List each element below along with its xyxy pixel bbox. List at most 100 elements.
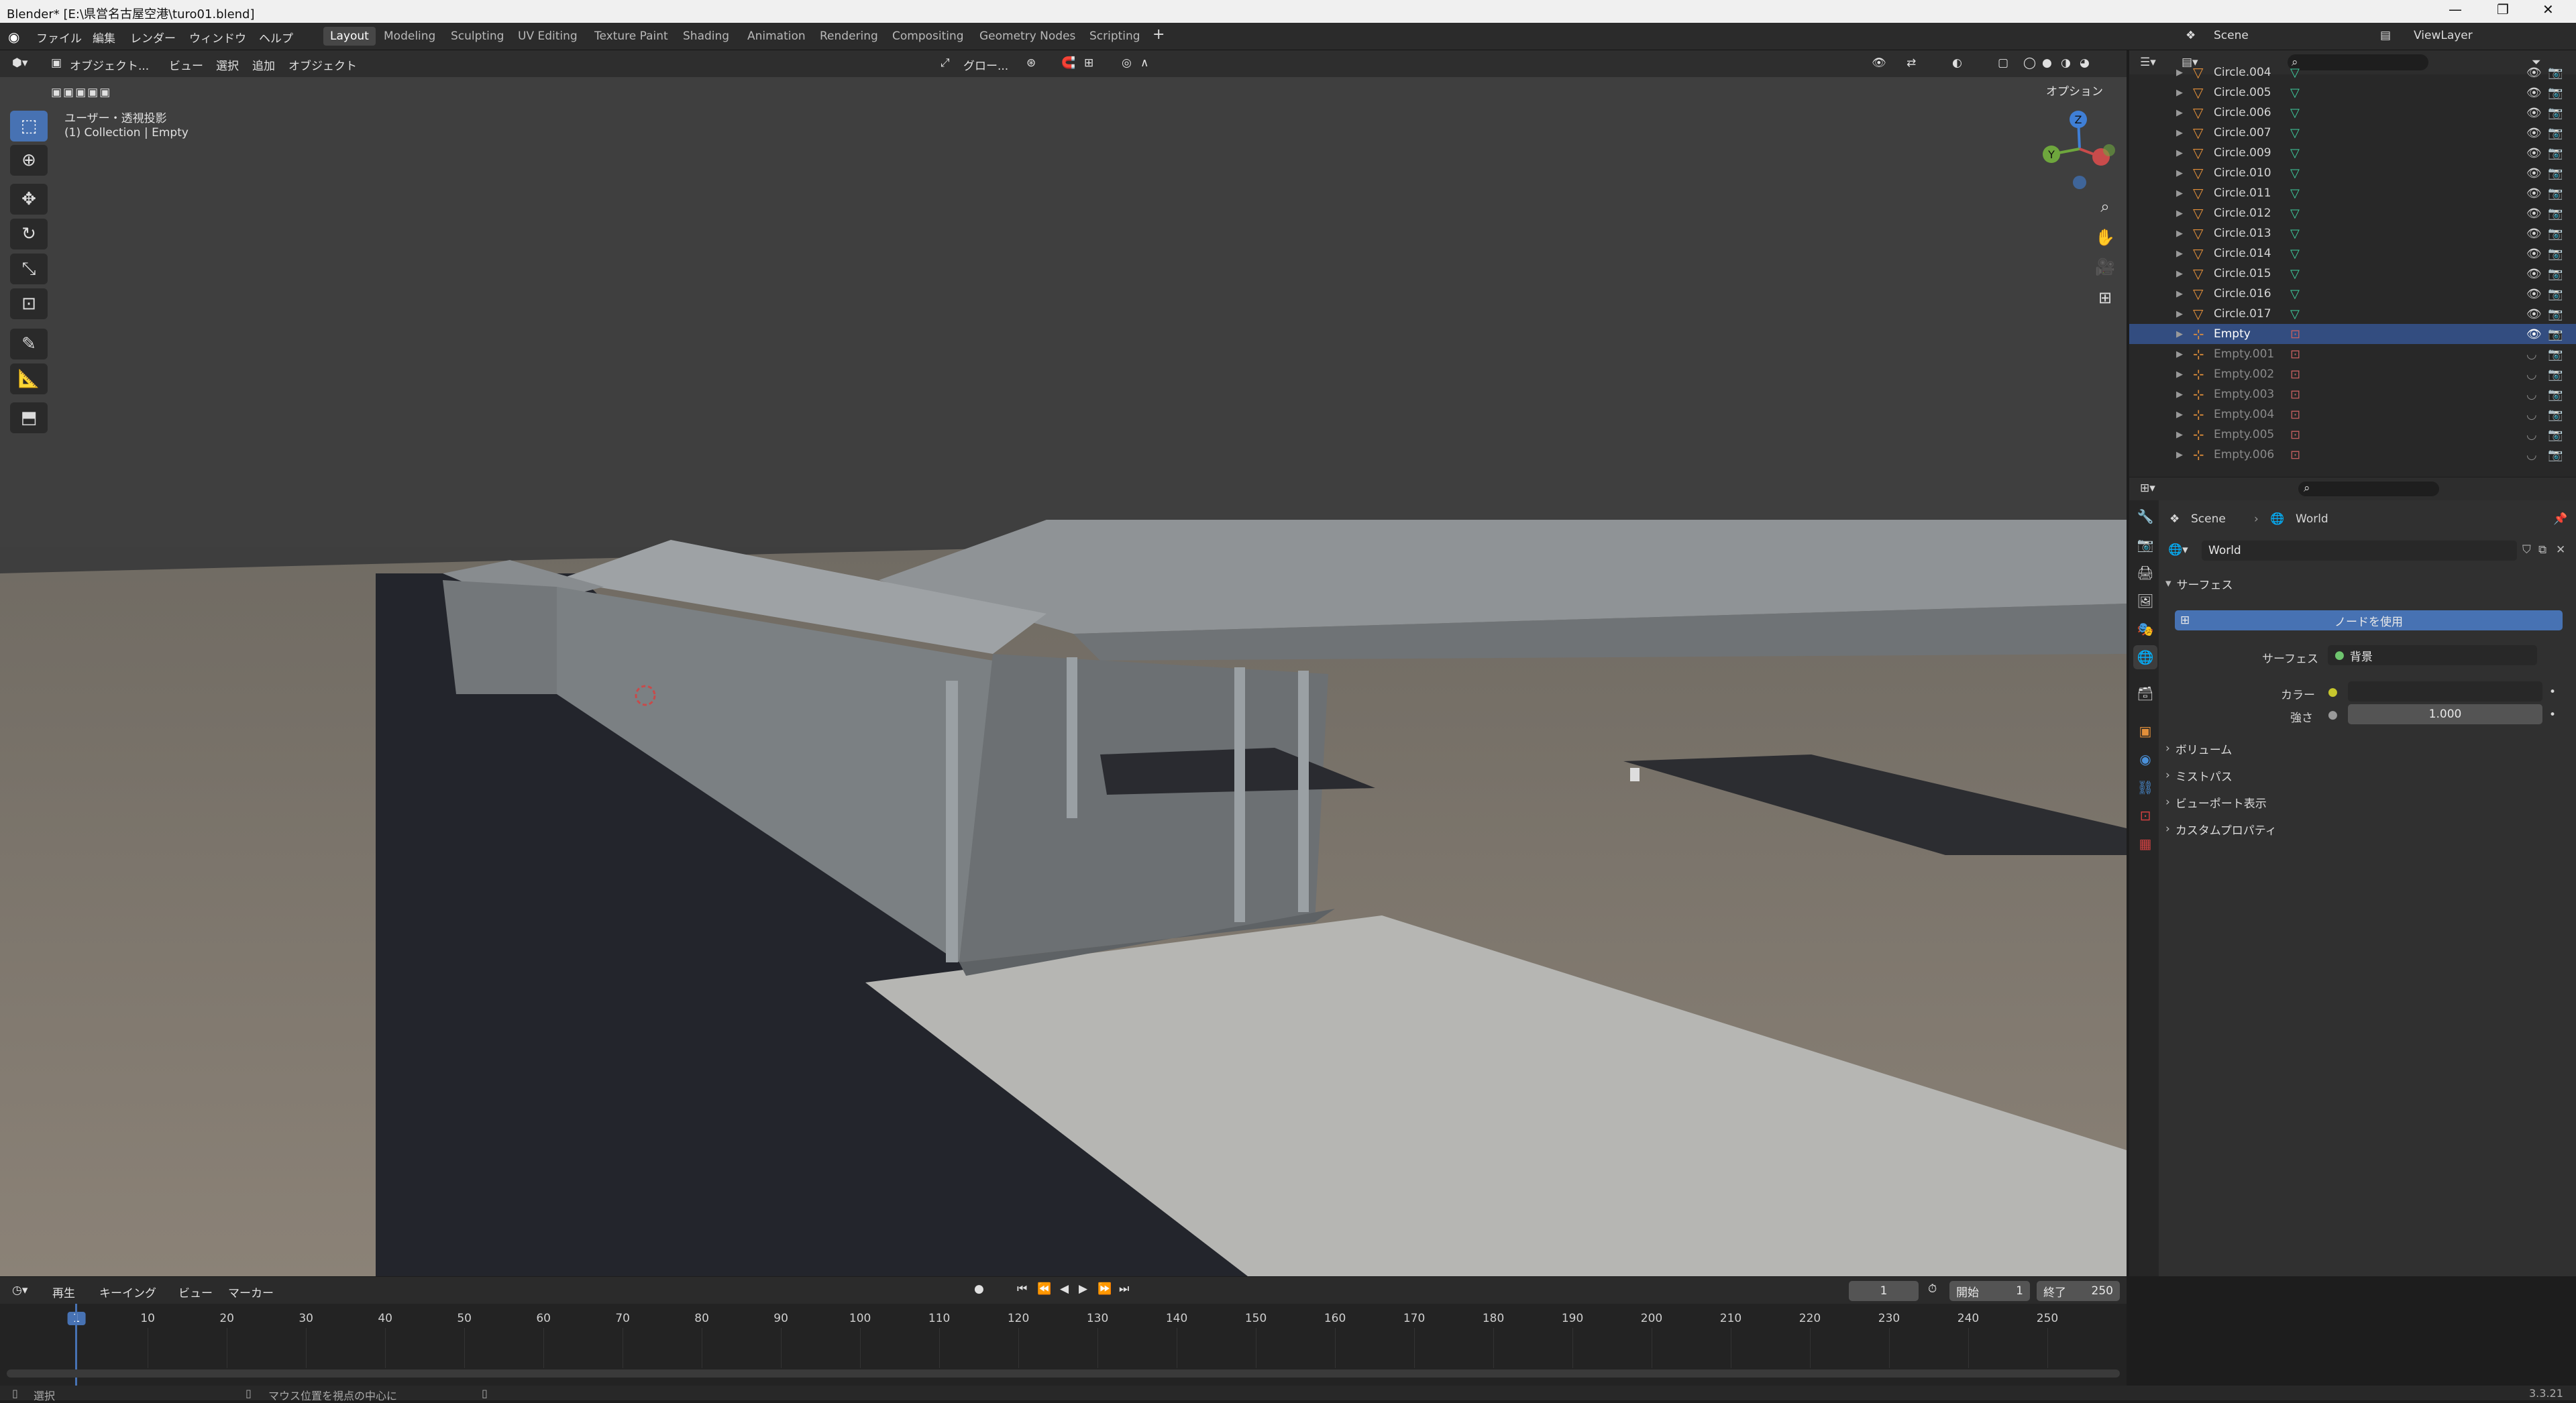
- empty-data-icon[interactable]: ⊡: [2290, 327, 2300, 341]
- object-data-tab-icon[interactable]: ⊡: [2133, 803, 2157, 828]
- workspace-tab-modeling[interactable]: Modeling: [377, 27, 442, 46]
- hidden-eye-icon[interactable]: ◡: [2526, 428, 2537, 442]
- timeline-scrollbar[interactable]: [7, 1369, 2120, 1378]
- outliner-item-name[interactable]: Circle.004: [2214, 66, 2271, 79]
- rotate-tool[interactable]: ↻: [10, 219, 48, 249]
- empty-data-icon[interactable]: ⊡: [2290, 448, 2300, 462]
- move-tool[interactable]: ✥: [10, 184, 48, 215]
- render-tab-icon[interactable]: 📷: [2133, 532, 2157, 557]
- mesh-data-icon[interactable]: ▽: [2290, 166, 2300, 180]
- fake-user-icon[interactable]: ⛉: [2522, 543, 2531, 557]
- workspace-tab-compositing[interactable]: Compositing: [885, 27, 971, 46]
- pan-hand-icon[interactable]: ✋: [2092, 224, 2118, 251]
- expand-arrow-icon[interactable]: ▶: [2176, 148, 2183, 158]
- expand-arrow-icon[interactable]: ▶: [2176, 390, 2183, 400]
- outliner-item-name[interactable]: Empty.002: [2214, 368, 2274, 381]
- collection-tab-icon[interactable]: 🗃: [2133, 681, 2157, 706]
- outliner-item[interactable]: ▶ ⊹ Empty.005 ⊡ ◡ 📷: [2129, 425, 2576, 445]
- visibility-icon[interactable]: 👁: [1872, 56, 1886, 70]
- mesh-data-icon[interactable]: ▽: [2290, 227, 2300, 241]
- strength-keyframe-icon[interactable]: •: [2549, 708, 2556, 722]
- outliner-item-name[interactable]: Circle.016: [2214, 287, 2271, 300]
- render-camera-icon[interactable]: 📷: [2548, 287, 2563, 301]
- view-layer-icon[interactable]: ▤: [2380, 29, 2391, 42]
- outliner-item-name[interactable]: Empty.005: [2214, 428, 2274, 441]
- outliner-item-name[interactable]: Circle.017: [2214, 307, 2271, 321]
- outliner-item[interactable]: ▶ ⊹ Empty.004 ⊡ ◡ 📷: [2129, 404, 2576, 425]
- outliner-item[interactable]: ▶ ▽ Circle.014 ▽ 👁 📷: [2129, 243, 2576, 264]
- annotate-tool[interactable]: ✎: [10, 329, 48, 359]
- outliner-item[interactable]: ▶ ▽ Circle.012 ▽ 👁 📷: [2129, 203, 2576, 223]
- outliner-item[interactable]: ▶ ⊹ Empty ⊡ 👁 📷: [2129, 324, 2576, 344]
- mesh-data-icon[interactable]: ▽: [2290, 126, 2300, 140]
- play-reverse-icon[interactable]: ◀: [1060, 1282, 1069, 1296]
- render-camera-icon[interactable]: 📷: [2548, 247, 2563, 261]
- 3d-viewport[interactable]: [0, 50, 2127, 1276]
- outliner-item-name[interactable]: Circle.006: [2214, 106, 2271, 119]
- zoom-icon[interactable]: ⌕: [2092, 193, 2118, 220]
- workspace-tab-shading[interactable]: Shading: [676, 27, 736, 46]
- visible-eye-icon[interactable]: 👁: [2526, 166, 2542, 180]
- outliner-item-name[interactable]: Empty.003: [2214, 388, 2274, 401]
- expand-arrow-icon[interactable]: ▶: [2176, 289, 2183, 299]
- expand-arrow-icon[interactable]: ▶: [2176, 349, 2183, 359]
- outliner-item[interactable]: ▶ ▽ Circle.007 ▽ 👁 📷: [2129, 123, 2576, 143]
- mesh-data-icon[interactable]: ▽: [2290, 66, 2300, 80]
- visible-eye-icon[interactable]: 👁: [2526, 106, 2542, 120]
- shading-wireframe-icon[interactable]: ◯: [2023, 56, 2036, 70]
- mode-icon[interactable]: ▣: [51, 56, 62, 70]
- blender-logo-icon[interactable]: ◉: [8, 29, 19, 45]
- outliner-item-name[interactable]: Empty.001: [2214, 347, 2274, 361]
- timeline-menu-marker[interactable]: マーカー: [228, 1284, 274, 1300]
- properties-search-input[interactable]: [2298, 482, 2439, 496]
- outliner-item-name[interactable]: Empty: [2214, 327, 2251, 341]
- workspace-tab-uv-editing[interactable]: UV Editing: [511, 27, 584, 46]
- next-keyframe-icon[interactable]: ⏩: [1097, 1282, 1112, 1296]
- outliner-item-name[interactable]: Circle.005: [2214, 86, 2271, 99]
- color-socket-icon[interactable]: ●: [2328, 685, 2338, 699]
- viewport-menu-view[interactable]: ビュー: [169, 56, 203, 73]
- render-camera-icon[interactable]: 📷: [2548, 66, 2563, 80]
- workspace-tab-sculpting[interactable]: Sculpting: [444, 27, 511, 46]
- add-cube-tool[interactable]: ⬒: [10, 402, 48, 433]
- workspace-tab-layout[interactable]: Layout: [323, 27, 376, 46]
- expand-arrow-icon[interactable]: ▶: [2176, 450, 2183, 460]
- expand-arrow-icon[interactable]: ▶: [2176, 410, 2183, 420]
- mesh-data-icon[interactable]: ▽: [2290, 86, 2300, 100]
- perspective-grid-icon[interactable]: ⊞: [2092, 284, 2118, 311]
- render-camera-icon[interactable]: 📷: [2548, 106, 2563, 120]
- outliner-item[interactable]: ▶ ▽ Circle.006 ▽ 👁 📷: [2129, 103, 2576, 123]
- texture-tab-icon[interactable]: ▦: [2133, 832, 2157, 856]
- expand-arrow-icon[interactable]: ▶: [2176, 209, 2183, 219]
- viewport-display-panel-header[interactable]: › ビューポート表示: [2161, 790, 2571, 814]
- menu-render[interactable]: レンダー: [130, 29, 176, 46]
- outliner-item[interactable]: ▶ ⊹ Empty.003 ⊡ ◡ 📷: [2129, 384, 2576, 404]
- outliner-item[interactable]: ▶ ⊹ Empty.001 ⊡ ◡ 📷: [2129, 344, 2576, 364]
- shading-material-icon[interactable]: ◑: [2061, 56, 2071, 70]
- end-frame-field[interactable]: 終了 250: [2037, 1281, 2120, 1301]
- timeline-menu-view[interactable]: ビュー: [178, 1284, 213, 1300]
- render-camera-icon[interactable]: 📷: [2548, 267, 2563, 281]
- pivot-icon[interactable]: ⊛: [1026, 56, 1036, 70]
- render-camera-icon[interactable]: 📷: [2548, 347, 2563, 361]
- expand-arrow-icon[interactable]: ▶: [2176, 269, 2183, 279]
- start-frame-field[interactable]: 開始 1: [1949, 1281, 2030, 1301]
- visible-eye-icon[interactable]: 👁: [2526, 86, 2542, 100]
- expand-arrow-icon[interactable]: ▶: [2176, 88, 2183, 98]
- constraints-tab-icon[interactable]: ⛓: [2133, 775, 2157, 799]
- visible-eye-icon[interactable]: 👁: [2526, 186, 2542, 201]
- viewport-menu-add[interactable]: 追加: [252, 56, 275, 73]
- hidden-eye-icon[interactable]: ◡: [2526, 347, 2537, 361]
- visible-eye-icon[interactable]: 👁: [2526, 307, 2542, 321]
- breadcrumb-world[interactable]: World: [2296, 512, 2328, 526]
- color-keyframe-icon[interactable]: •: [2549, 685, 2556, 699]
- tool-tab-icon[interactable]: 🔧: [2133, 504, 2157, 528]
- scene-icon[interactable]: ❖: [2186, 29, 2196, 42]
- expand-arrow-icon[interactable]: ▶: [2176, 370, 2183, 380]
- surface-shader-field[interactable]: ● 背景: [2328, 645, 2537, 665]
- render-camera-icon[interactable]: 📷: [2548, 307, 2563, 321]
- outliner-item[interactable]: ▶ ▽ Circle.009 ▽ 👁 📷: [2129, 143, 2576, 163]
- mesh-data-icon[interactable]: ▽: [2290, 106, 2300, 120]
- mode-dropdown[interactable]: オブジェクト...: [70, 56, 149, 73]
- xray-icon[interactable]: ▢: [1998, 56, 2008, 70]
